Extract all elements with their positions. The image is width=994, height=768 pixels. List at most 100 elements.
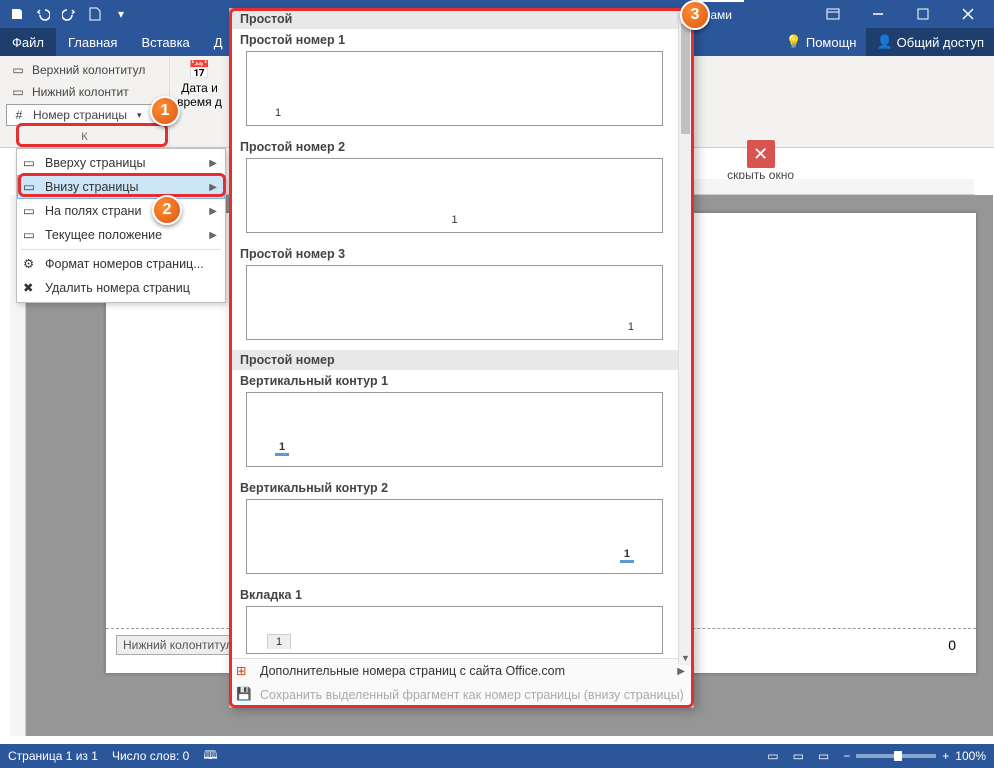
header-icon: ▭ — [10, 62, 26, 78]
chevron-right-icon: ▶ — [209, 230, 217, 241]
datetime-icon[interactable]: 📅 — [188, 60, 210, 81]
gallery-item5-title: Вертикальный контур 2 — [230, 477, 679, 497]
gallery-scroll: Простой Простой номер 1 1 Простой номер … — [230, 9, 693, 658]
zoom-control[interactable]: − + 100% — [843, 749, 986, 763]
tab-home[interactable]: Главная — [56, 28, 129, 56]
preview-num: 1 — [628, 321, 634, 333]
tab-insert[interactable]: Вставка — [129, 28, 201, 56]
view-read-icon[interactable]: ▭ — [767, 749, 778, 763]
menu-separator — [21, 249, 221, 250]
footer-label: Нижний колонтит — [32, 85, 129, 99]
gallery-item6[interactable]: 1 — [246, 606, 663, 654]
menu-current-position[interactable]: ▭ Текущее положение ▶ — [17, 223, 225, 247]
status-language-icon[interactable]: 🕮 — [203, 746, 217, 767]
gallery-item1[interactable]: 1 — [246, 51, 663, 126]
menu-bottom-of-page[interactable]: ▭Внизу страницы▶ — [17, 175, 225, 199]
tell-me-label: Помощн — [806, 35, 857, 50]
minimize-icon[interactable] — [855, 0, 900, 28]
view-print-icon[interactable]: ▭ — [793, 749, 804, 763]
preview-num: 1 — [620, 548, 634, 563]
save-icon[interactable] — [4, 2, 30, 26]
gallery-section-simple: Простой — [230, 9, 679, 29]
gallery-more-office[interactable]: ⊞ Дополнительные номера страниц с сайта O… — [230, 659, 693, 683]
tell-me[interactable]: 💡 Помощн — [776, 28, 867, 56]
lightbulb-icon: 💡 — [786, 34, 802, 50]
preview-num: 1 — [267, 634, 291, 649]
zoom-out-icon[interactable]: − — [843, 749, 850, 763]
footer-section-label: Нижний колонтитул г — [116, 635, 247, 655]
footer-button[interactable]: ▭ Нижний колонтит — [6, 82, 163, 102]
zoom-knob[interactable] — [894, 751, 902, 761]
chevron-right-icon: ▶ — [209, 206, 217, 217]
current-pos-icon: ▭ — [23, 227, 39, 243]
share-label: Общий доступ — [897, 35, 984, 50]
menu-format-label: Формат номеров страниц... — [45, 257, 204, 271]
undo-icon[interactable] — [30, 2, 56, 26]
page-margin-icon: ▭ — [23, 203, 39, 219]
menu-current-label: Текущее положение — [45, 228, 162, 242]
gallery-item4-title: Вертикальный контур 1 — [230, 370, 679, 390]
gallery-item6-title: Вкладка 1 — [230, 584, 679, 604]
menu-remove-label: Удалить номера страниц — [45, 281, 190, 295]
redo-icon[interactable] — [56, 2, 82, 26]
marker-3: 3 — [680, 0, 710, 30]
menu-bottom-label: Внизу страницы — [45, 180, 138, 194]
ribbon-options-icon[interactable] — [810, 0, 855, 28]
zoom-slider[interactable] — [856, 754, 936, 758]
status-words[interactable]: Число слов: 0 — [112, 749, 189, 763]
gallery-scrollbar[interactable]: ▲ ▼ — [678, 10, 692, 665]
format-icon: ⚙ — [23, 256, 39, 272]
gallery-item2[interactable]: 1 — [246, 158, 663, 233]
gallery-item2-title: Простой номер 2 — [230, 136, 679, 156]
tab-file[interactable]: Файл — [0, 28, 56, 56]
menu-remove-numbers[interactable]: ✖ Удалить номера страниц — [17, 276, 225, 300]
datetime-label2: время д — [177, 95, 222, 109]
share-icon: 👤 — [876, 34, 892, 50]
menu-margins-label: На полях страни — [45, 204, 141, 218]
group-insert: 📅 Дата и время д — [170, 56, 230, 147]
office-icon: ⊞ — [236, 663, 252, 679]
page-number-button[interactable]: #Номер страницы▾ — [6, 104, 163, 126]
close-icon[interactable] — [945, 0, 990, 28]
gallery-item4[interactable]: 1 — [246, 392, 663, 467]
zoom-value[interactable]: 100% — [955, 749, 986, 763]
group-header-footer: ▭Верхний колонтитул ▭ Нижний колонтит #Но… — [0, 56, 170, 147]
marker-2: 2 — [152, 195, 182, 225]
page-top-icon: ▭ — [23, 155, 39, 171]
gallery-item5[interactable]: 1 — [246, 499, 663, 574]
status-page[interactable]: Страница 1 из 1 — [8, 749, 98, 763]
page-number-gallery: Простой Простой номер 1 1 Простой номер … — [229, 8, 694, 708]
chevron-right-icon: ▶ — [209, 158, 217, 169]
gallery-save-fragment: 💾 Сохранить выделенный фрагмент как номер… — [230, 683, 693, 707]
view-web-icon[interactable]: ▭ — [818, 749, 829, 763]
new-doc-icon[interactable] — [82, 2, 108, 26]
gallery-item1-title: Простой номер 1 — [230, 29, 679, 49]
preview-num: 1 — [275, 441, 289, 456]
gallery-section-simple-number: Простой номер — [230, 350, 679, 370]
menu-page-margins[interactable]: ▭ На полях страни ▶ — [17, 199, 225, 223]
maximize-icon[interactable] — [900, 0, 945, 28]
menu-top-of-page[interactable]: ▭ Вверху страницы ▶ — [17, 151, 225, 175]
footer-icon: ▭ — [10, 84, 26, 100]
more-office-label: Дополнительные номера страниц с сайта Of… — [260, 664, 565, 678]
gallery-item3[interactable]: 1 — [246, 265, 663, 340]
customize-qa-icon[interactable]: ▾ — [108, 2, 134, 26]
remove-icon: ✖ — [23, 280, 39, 296]
group-label-hf: К — [6, 131, 163, 143]
chevron-right-icon: ▶ — [209, 182, 217, 193]
preview-num: 1 — [451, 214, 457, 226]
page-number-menu: ▭ Вверху страницы ▶ ▭ Внизу страницы ▶ ▭ На п… — [16, 148, 226, 303]
marker-1: 1 — [150, 96, 180, 126]
scroll-thumb[interactable] — [681, 24, 690, 134]
header-button[interactable]: ▭Верхний колонтитул — [6, 60, 163, 80]
share-button[interactable]: 👤 Общий доступ — [866, 28, 994, 56]
page-number-icon: # — [11, 107, 27, 123]
save-fragment-label: Сохранить выделенный фрагмент как номер … — [260, 688, 684, 702]
preview-num: 1 — [275, 107, 281, 119]
menu-top-label: Вверху страницы — [45, 156, 145, 170]
save-fragment-icon: 💾 — [236, 687, 252, 703]
chevron-right-icon: ▶ — [677, 666, 685, 677]
zoom-in-icon[interactable]: + — [942, 749, 949, 763]
close-x-icon: ✕ — [747, 140, 775, 168]
menu-format-numbers[interactable]: ⚙ Формат номеров страниц... — [17, 252, 225, 276]
